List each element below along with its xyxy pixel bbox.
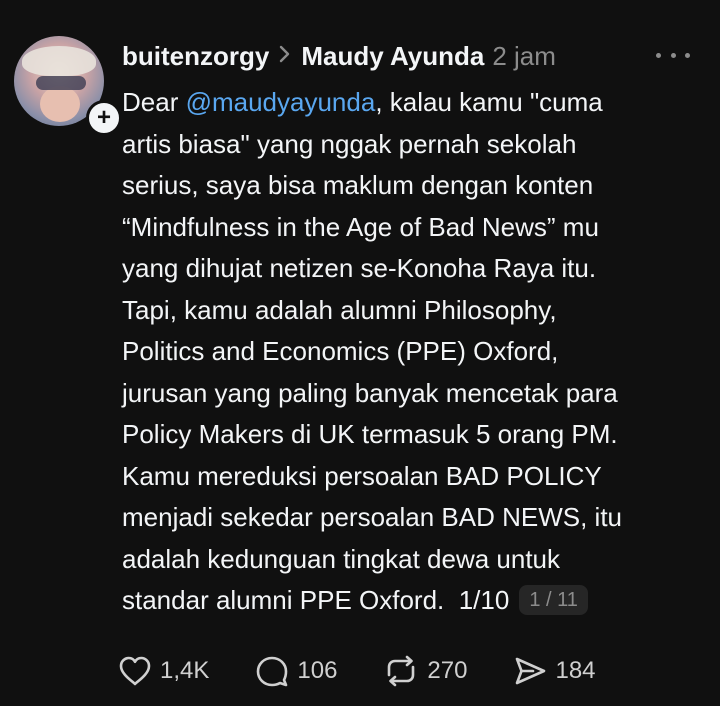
post-line: “Mindfulness in the Age of Bad News” mu: [122, 211, 599, 242]
reply-to-username[interactable]: Maudy Ayunda: [301, 41, 484, 72]
post-timestamp: 2 jam: [492, 40, 556, 71]
more-dot-icon: [656, 52, 661, 58]
heart-icon: [118, 655, 152, 687]
avatar-glasses-shape: [36, 76, 86, 90]
like-count: 1,4K: [160, 657, 210, 684]
send-icon: [513, 655, 547, 687]
post-header: buitenzorgy Maudy Ayunda 2 jam: [122, 36, 556, 76]
like-button[interactable]: 1,4K: [118, 655, 209, 687]
share-button[interactable]: 184: [513, 655, 596, 687]
post-line: yang dihujat netizen se-Konoha Raya itu.: [122, 253, 597, 283]
comment-icon: [255, 655, 289, 687]
thread-post: + buitenzorgy Maudy Ayunda 2 jam Dear @m…: [0, 0, 720, 706]
post-body: Dear @maudyayunda, kalau kamu "cuma arti…: [122, 82, 712, 622]
follow-plus-button[interactable]: +: [86, 100, 122, 136]
more-options-button[interactable]: [656, 40, 690, 70]
username[interactable]: buitenzorgy: [122, 41, 269, 72]
repost-button[interactable]: 270: [383, 655, 467, 687]
post-line: jurusan yang paling banyak mencetak para: [122, 377, 618, 408]
post-line: Policy Makers di UK termasuk 5 orang PM.: [122, 419, 618, 449]
post-line: serius, saya bisa maklum dengan konten: [122, 170, 594, 200]
plus-icon: +: [96, 104, 111, 131]
comment-button[interactable]: 106: [255, 655, 337, 687]
post-line: Politics and Economics (PPE) Oxford,: [122, 336, 559, 366]
comment-count: 106: [297, 657, 338, 684]
share-count: 184: [555, 657, 596, 684]
post-line: Kamu mereduksi persoalan BAD POLICY: [122, 460, 602, 491]
avatar-face-shape: [40, 86, 80, 122]
post-text-fragment: standar alumni PPE Oxford. 1/10: [122, 585, 510, 615]
post-line: Tapi, kamu adalah alumni Philosophy,: [122, 294, 557, 325]
more-dot-icon: [685, 52, 690, 58]
avatar-container[interactable]: +: [14, 36, 122, 136]
more-dot-icon: [670, 52, 676, 58]
avatar-hat-shape: [22, 46, 96, 76]
thread-counter-badge: 1 / 11: [519, 585, 588, 615]
post-line: adalah kedunguan tingkat dewa untuk: [122, 543, 561, 574]
repost-count: 270: [427, 657, 468, 684]
post-line: menjadi sekedar persoalan BAD NEWS, itu: [122, 502, 623, 532]
action-bar: 1,4K 106 270 184: [118, 650, 642, 692]
repost-icon: [383, 655, 419, 687]
post-line: standar alumni PPE Oxford. 1/10 1 / 11: [122, 580, 712, 622]
post-line: Dear @maudyayunda, kalau kamu "cuma: [122, 82, 712, 124]
mention-link[interactable]: @maudyayunda: [186, 87, 376, 117]
post-text-fragment: Dear: [122, 87, 186, 117]
post-line: artis biasa" yang nggak pernah sekolah: [122, 128, 577, 159]
chevron-right-icon: [279, 43, 291, 69]
post-text-fragment: , kalau kamu "cuma: [375, 87, 603, 117]
